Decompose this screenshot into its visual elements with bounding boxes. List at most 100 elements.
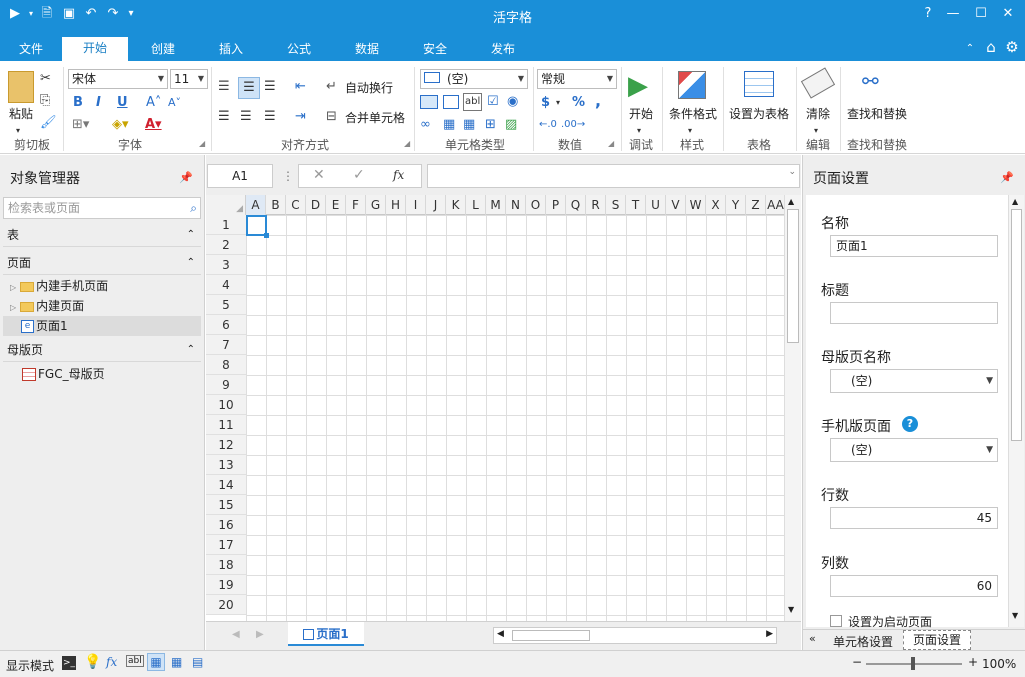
celltype-link-icon[interactable]: ∞	[420, 117, 431, 133]
number-dialog-launcher-icon[interactable]: ◢	[608, 139, 614, 148]
conditional-format-icon[interactable]	[678, 71, 706, 99]
row-header[interactable]: 1	[206, 215, 246, 235]
row-header[interactable]: 10	[206, 395, 246, 415]
expand-formula-icon[interactable]: ⌄	[788, 167, 796, 177]
zoom-in-icon[interactable]: +	[968, 655, 978, 669]
row-header[interactable]: 8	[206, 355, 246, 375]
insert-function-icon[interactable]: fx	[393, 168, 404, 182]
celltype-table-icon[interactable]: ▦	[443, 117, 455, 133]
celltype-button-icon[interactable]	[420, 95, 438, 109]
sheet-tab-page1[interactable]: 页面1	[288, 622, 364, 646]
underline-button[interactable]: U	[117, 95, 128, 111]
currency-dropdown-icon[interactable]: ▾	[556, 95, 560, 111]
tab-create[interactable]: 创建	[140, 39, 186, 61]
currency-button[interactable]: $	[541, 95, 550, 111]
scroll-right-icon[interactable]: ▶	[766, 629, 773, 639]
next-sheet-icon[interactable]: ▶	[256, 629, 264, 640]
collapse-icon[interactable]: ⌃	[187, 251, 195, 275]
row-header[interactable]: 12	[206, 435, 246, 455]
table-view-icon[interactable]: ▤	[192, 655, 203, 669]
decrease-decimal-icon[interactable]: .00→	[561, 117, 585, 133]
column-header[interactable]: O	[526, 195, 546, 215]
align-center-icon[interactable]: ☰	[240, 109, 252, 125]
column-header[interactable]: I	[406, 195, 426, 215]
column-header[interactable]: J	[426, 195, 446, 215]
confirm-icon[interactable]: ✓	[353, 167, 365, 183]
horizontal-scrollbar[interactable]: ◀ ▶	[493, 627, 777, 644]
minimize-icon[interactable]: —	[942, 4, 964, 24]
scroll-left-icon[interactable]: ◀	[497, 629, 504, 639]
align-bottom-icon[interactable]: ☰	[264, 79, 276, 95]
start-debug-button[interactable]: 开始	[624, 105, 658, 122]
celltype-image-icon[interactable]: ▨	[505, 117, 517, 133]
wrap-text-button[interactable]: 自动换行	[345, 79, 393, 96]
row-header[interactable]: 18	[206, 555, 246, 575]
font-dialog-launcher-icon[interactable]: ◢	[199, 139, 205, 148]
scroll-down-icon[interactable]: ▼	[1012, 611, 1018, 620]
celltype-radio-icon[interactable]: ◉	[507, 94, 518, 110]
set-as-table-button[interactable]: 设置为表格	[727, 105, 791, 122]
align-right-icon[interactable]: ☰	[264, 109, 276, 125]
column-header[interactable]: H	[386, 195, 406, 215]
row-header[interactable]: 3	[206, 255, 246, 275]
column-header[interactable]: L	[466, 195, 486, 215]
border-icon[interactable]: ⊞▾	[72, 117, 89, 133]
column-header[interactable]: X	[706, 195, 726, 215]
section-page[interactable]: 页面 ⌃	[3, 251, 201, 275]
tree-item-mobile-pages[interactable]: ▷ 内建手机页面	[10, 276, 108, 296]
collapse-ribbon-icon[interactable]: ⌃	[961, 40, 979, 58]
column-header[interactable]: A	[246, 195, 266, 215]
tree-item-master-page[interactable]: FGC_母版页	[22, 364, 105, 384]
horizontal-scroll-thumb[interactable]	[512, 630, 590, 641]
section-table[interactable]: 表 ⌃	[3, 223, 201, 247]
column-header[interactable]: F	[346, 195, 366, 215]
layout-icon[interactable]: ▦	[171, 655, 182, 669]
row-header[interactable]: 16	[206, 515, 246, 535]
formula-input[interactable]: ⌄	[427, 164, 800, 188]
column-header[interactable]: T	[626, 195, 646, 215]
font-name-select[interactable]: 宋体 ▼	[68, 69, 168, 89]
help-icon[interactable]: ?	[902, 416, 918, 432]
row-header[interactable]: 4	[206, 275, 246, 295]
column-header[interactable]: E	[326, 195, 346, 215]
italic-button[interactable]: I	[96, 95, 101, 111]
caption-field[interactable]	[830, 302, 998, 324]
mobile-page-select[interactable]: (空) ▼	[830, 438, 998, 462]
fill-handle[interactable]	[264, 233, 269, 238]
tab-formula[interactable]: 公式	[276, 39, 322, 61]
tab-cell-settings[interactable]: 单元格设置	[833, 633, 893, 650]
collapse-icon[interactable]: ⌃	[187, 223, 195, 247]
column-header[interactable]: Z	[746, 195, 766, 215]
tree-item-builtin-pages[interactable]: ▷ 内建页面	[10, 296, 84, 316]
outdent-icon[interactable]: ⇥	[295, 109, 306, 125]
tab-security[interactable]: 安全	[412, 39, 458, 61]
tab-insert[interactable]: 插入	[208, 39, 254, 61]
column-header[interactable]: S	[606, 195, 626, 215]
align-middle-icon[interactable]: ☰	[238, 77, 260, 99]
prev-sheet-icon[interactable]: ◀	[232, 629, 240, 640]
find-replace-button[interactable]: 查找和替换	[844, 105, 910, 122]
celltype-textbox-icon[interactable]	[443, 95, 459, 109]
format-painter-icon[interactable]: 🖌	[40, 115, 57, 131]
paste-button[interactable]: 粘贴	[6, 105, 36, 122]
row-header[interactable]: 5	[206, 295, 246, 315]
column-header[interactable]: R	[586, 195, 606, 215]
maximize-icon[interactable]: ☐	[970, 4, 992, 24]
search-icon[interactable]: ⌕	[190, 198, 197, 218]
tab-publish[interactable]: 发布	[480, 39, 526, 61]
column-header[interactable]: U	[646, 195, 666, 215]
decrease-font-icon[interactable]: A˅	[168, 95, 181, 111]
section-master[interactable]: 母版页 ⌃	[3, 338, 201, 362]
column-header[interactable]: B	[266, 195, 286, 215]
row-header[interactable]: 20	[206, 595, 246, 615]
row-header[interactable]: 9	[206, 375, 246, 395]
copy-icon[interactable]: ⎘	[40, 93, 50, 109]
align-left-icon[interactable]: ☰	[218, 109, 230, 125]
set-as-table-icon[interactable]	[744, 71, 774, 97]
row-header[interactable]: 19	[206, 575, 246, 595]
align-top-icon[interactable]: ☰	[218, 79, 230, 95]
row-header[interactable]: 11	[206, 415, 246, 435]
column-header[interactable]: W	[686, 195, 706, 215]
pin-icon[interactable]: 📌	[179, 171, 193, 184]
lightbulb-icon[interactable]: 💡	[84, 654, 101, 670]
